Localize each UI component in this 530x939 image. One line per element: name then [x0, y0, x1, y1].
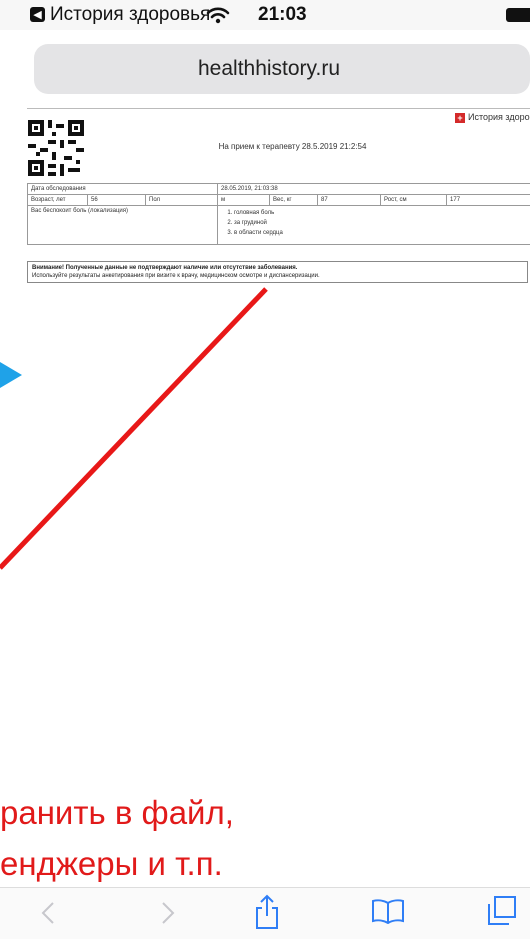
qr-code [28, 120, 84, 176]
status-bar: ◀ История здоровья 21:03 [0, 0, 530, 30]
list-item: головная боль [234, 208, 527, 218]
clock: 21:03 [258, 4, 307, 26]
disclaimer-bold: Внимание! Полученные данные не подтвержд… [32, 265, 297, 271]
brand-logo: +История здоров [455, 112, 530, 123]
wifi-icon [206, 6, 230, 24]
back-icon[interactable] [40, 901, 56, 925]
battery-icon [506, 8, 530, 22]
age-label: Возраст, лет [28, 195, 88, 206]
sex-value: м [218, 195, 270, 206]
url-text[interactable]: healthhistory.ru [34, 44, 504, 94]
pain-list: головная боль за грудиной в области серд… [221, 208, 527, 238]
annotation-caption-line1: ранить в файл, [0, 794, 234, 832]
share-icon[interactable] [254, 894, 280, 930]
height-label: Рост, см [381, 195, 447, 206]
address-bar[interactable]: healthhistory.ru [34, 44, 530, 94]
document-title: На прием к терапевту 28.5.2019 21:2:54 [205, 142, 380, 151]
list-item: в области сердца [234, 228, 527, 238]
table-row: Вас беспокоит боль (локализация) головна… [28, 206, 530, 245]
weight-label: Вес, кг [270, 195, 318, 206]
pain-label: Вас беспокоит боль (локализация) [28, 206, 218, 245]
sex-label: Пол [146, 195, 218, 206]
weight-value: 87 [318, 195, 381, 206]
disclaimer-text: Используйте результаты анкетирования при… [32, 273, 320, 279]
pain-values: головная боль за грудиной в области серд… [218, 206, 530, 245]
height-value: 177 [447, 195, 530, 206]
back-to-app-label[interactable]: История здоровья [50, 4, 210, 26]
brand-text: История здоров [468, 112, 530, 122]
table-row: Дата обследования 28.05.2019, 21:03:38 [28, 184, 530, 195]
bookmarks-icon[interactable] [371, 898, 405, 924]
forward-icon[interactable] [160, 901, 176, 925]
back-to-app-icon[interactable]: ◀ [30, 7, 45, 22]
browser-toolbar [0, 887, 530, 939]
annotation-caption-line2: енджеры и т.п. [0, 845, 223, 883]
exam-date-value: 28.05.2019, 21:03:38 [218, 184, 530, 195]
pointer-arrow-icon [0, 362, 22, 388]
tabs-icon[interactable] [486, 895, 518, 927]
survey-table: Дата обследования 28.05.2019, 21:03:38 В… [27, 183, 530, 245]
document-page: +История здоров На прием к терапевту 28.… [27, 108, 530, 287]
table-row: Возраст, лет 56 Пол м Вес, кг 87 Рост, с… [28, 195, 530, 206]
red-cross-icon: + [455, 113, 465, 123]
age-value: 56 [88, 195, 146, 206]
list-item: за грудиной [234, 218, 527, 228]
exam-date-label: Дата обследования [28, 184, 218, 195]
disclaimer: Внимание! Полученные данные не подтвержд… [27, 261, 528, 283]
